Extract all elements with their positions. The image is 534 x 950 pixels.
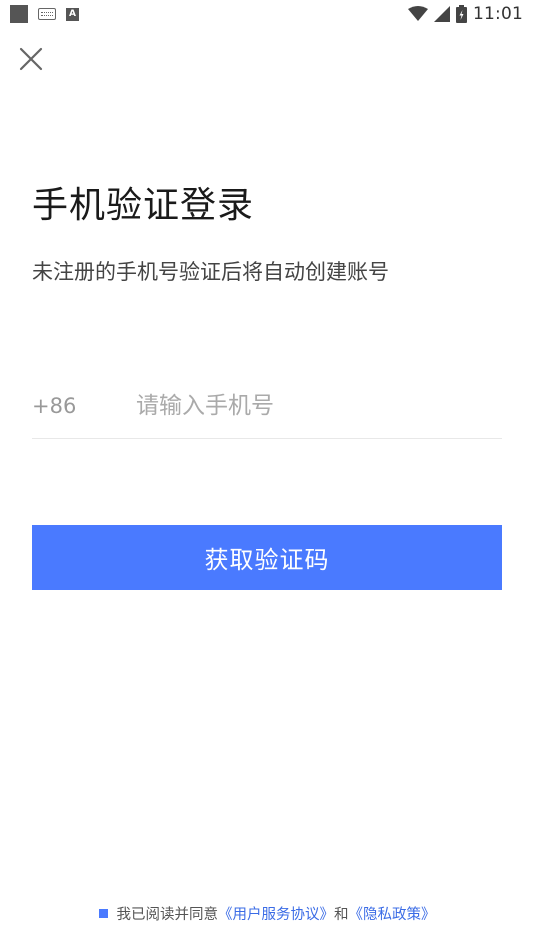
get-verification-code-button[interactable]: 获取验证码: [32, 525, 502, 590]
status-bar-right: 11:01: [408, 3, 523, 25]
agreement-prefix: 我已阅读并同意: [116, 907, 219, 923]
font-a-icon: A: [66, 7, 79, 21]
user-agreement-link[interactable]: 《用户服务协议》: [218, 903, 334, 924]
privacy-policy-link[interactable]: 《隐私政策》: [349, 903, 436, 924]
page-subtitle: 未注册的手机号验证后将自动创建账号: [32, 260, 389, 284]
status-bar-left: A: [10, 5, 79, 23]
agreement-checkbox[interactable]: [98, 909, 108, 918]
close-icon: [19, 47, 43, 71]
battery-icon: [456, 5, 467, 23]
agreement-row: 我已阅读并同意 《用户服务协议》 和 《隐私政策》: [0, 903, 534, 924]
keyboard-icon: [38, 8, 56, 20]
status-bar: A 11:01: [0, 0, 534, 28]
phone-number-input[interactable]: [132, 386, 500, 426]
close-button[interactable]: [16, 44, 46, 74]
phone-input-row: +86: [32, 374, 502, 439]
agreement-conjunction: 和: [334, 907, 349, 923]
page-title: 手机验证登录: [32, 185, 255, 226]
square-icon: [10, 5, 28, 23]
cellular-signal-icon: [434, 6, 450, 22]
wifi-icon: [408, 6, 428, 21]
country-code[interactable]: +86: [32, 394, 76, 418]
status-time: 11:01: [473, 4, 523, 24]
